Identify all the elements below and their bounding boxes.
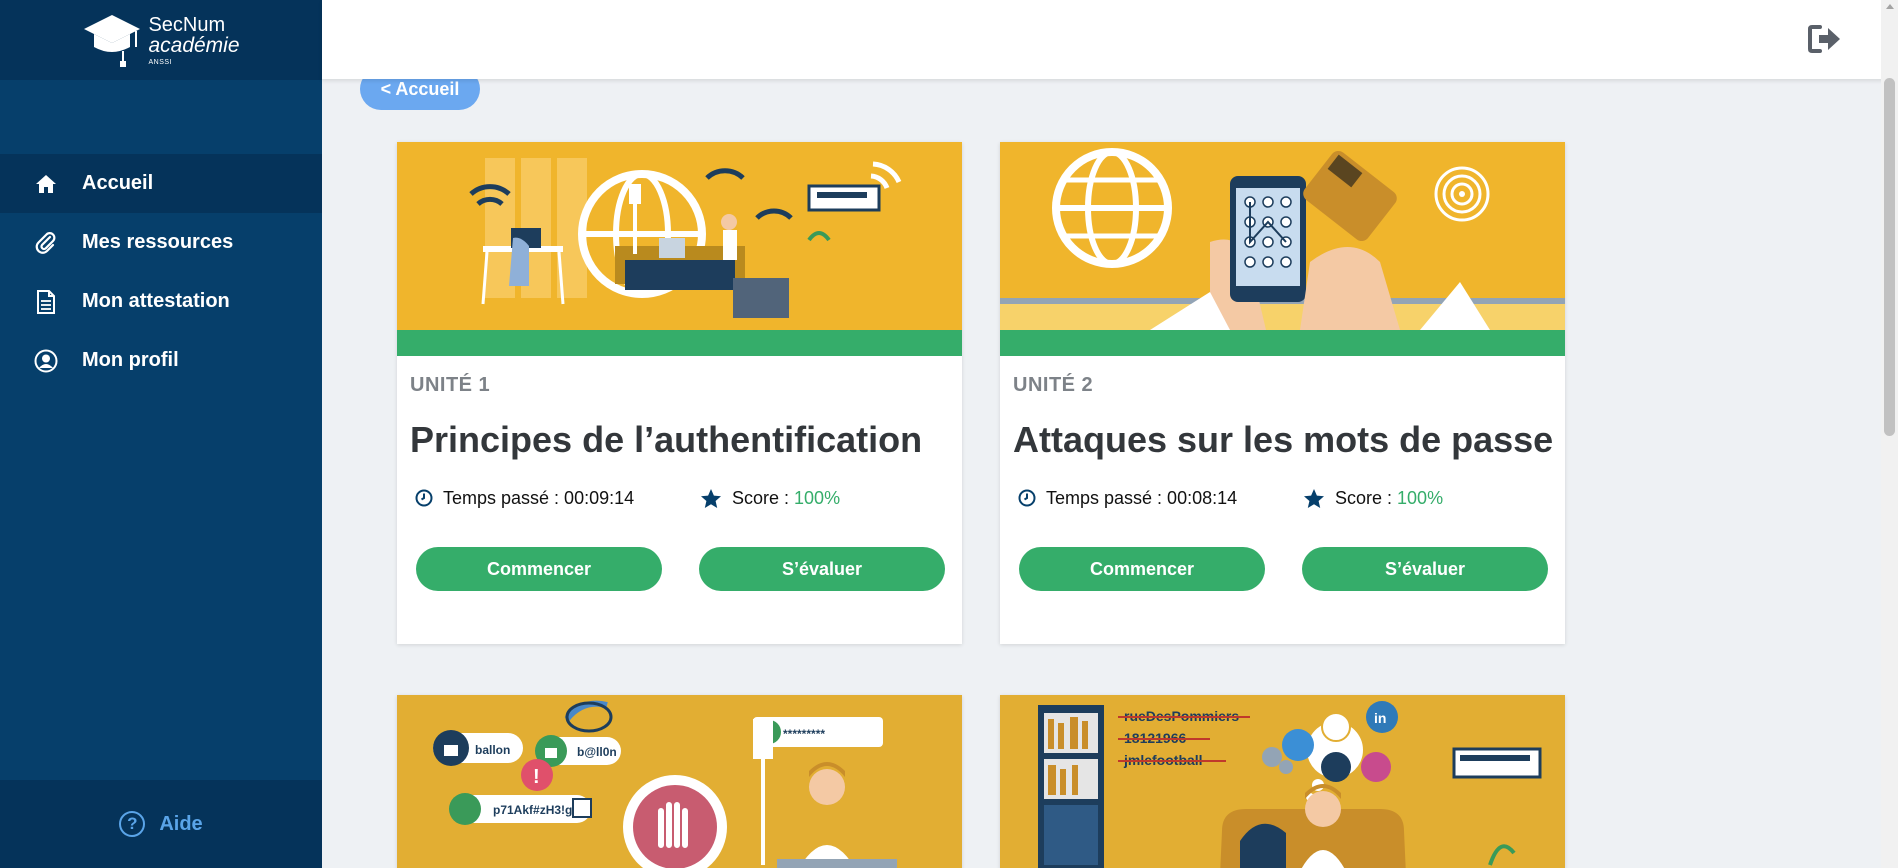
- sidebar-item-ressources[interactable]: Mes ressources: [0, 213, 322, 272]
- logo-org: ANSSI: [148, 58, 172, 66]
- evaluate-button[interactable]: S’évaluer: [699, 547, 945, 591]
- pwd-word-4: *********: [783, 727, 825, 741]
- sidebar-item-label: Mon profil: [82, 349, 179, 371]
- unit-progress-bar: [1000, 330, 1565, 356]
- unit-title: Attaques sur les mots de passe: [1013, 419, 1554, 460]
- pwd-word-3: p71Akf#zH3!gZ: [493, 803, 580, 817]
- unit-actions: Commencer S’évaluer: [397, 547, 962, 591]
- sidebar-item-attestation[interactable]: Mon attestation: [0, 272, 322, 331]
- unit-label: UNITÉ 2: [1013, 374, 1094, 396]
- time-spent: Temps passé : 00:09:14: [415, 488, 700, 509]
- document-icon: [34, 289, 58, 314]
- clock-icon: [415, 489, 433, 507]
- start-button[interactable]: Commencer: [1019, 547, 1265, 591]
- svg-text:!: !: [533, 766, 540, 788]
- unit-4-illustration: rueDesPommiers 18121966 jmlefootball in: [1000, 695, 1565, 868]
- unit-meta: Temps passé : 00:09:14 Score : 100%: [397, 485, 962, 511]
- question-circle-icon: ?: [119, 811, 146, 837]
- help-link[interactable]: ? Aide: [0, 780, 322, 868]
- sidebar: SecNum académie ANSSI Accueil Mes ressou…: [0, 0, 322, 868]
- logo-title: SecNum: [148, 13, 226, 36]
- score-value: 100%: [794, 487, 841, 508]
- sidebar-item-label: Accueil: [82, 172, 154, 194]
- score: Score : 100%: [700, 488, 840, 509]
- sidebar-item-label: Mon attestation: [82, 290, 230, 312]
- unit-card-2: UNITÉ 2 Attaques sur les mots de passe T…: [1000, 142, 1565, 644]
- scroll-thumb[interactable]: [1884, 78, 1895, 436]
- sidebar-header: SecNum académie ANSSI: [0, 0, 322, 80]
- sidebar-item-accueil[interactable]: Accueil: [0, 154, 322, 213]
- unit-meta: Temps passé : 00:08:14 Score : 100%: [1000, 485, 1565, 511]
- time-spent-label: Temps passé : 00:09:14: [443, 487, 635, 508]
- sidebar-nav: Accueil Mes ressources Mon attestation M…: [0, 154, 322, 390]
- graduation-cap-icon: [84, 15, 141, 67]
- time-spent-label: Temps passé : 00:08:14: [1046, 487, 1238, 508]
- sidebar-item-profil[interactable]: Mon profil: [0, 331, 322, 390]
- unit-3-illustration: ballon b@ll0n ! p71Akf#zH3!gZ *********: [397, 695, 962, 868]
- start-button[interactable]: Commencer: [416, 547, 662, 591]
- unit-progress-bar: [397, 330, 962, 356]
- score-label: Score :: [1335, 487, 1393, 508]
- paperclip-icon: [34, 231, 58, 255]
- unit-card-1: UNITÉ 1 Principes de l’authentification …: [397, 142, 962, 644]
- score: Score : 100%: [1303, 488, 1443, 509]
- unit-1-illustration: [397, 142, 962, 330]
- page-scrollbar[interactable]: [1881, 0, 1898, 868]
- score-value: 100%: [1397, 487, 1444, 508]
- unit-actions: Commencer S’évaluer: [1000, 547, 1565, 591]
- unit-label: UNITÉ 1: [410, 374, 491, 396]
- unit-card-4: rueDesPommiers 18121966 jmlefootball in: [1000, 695, 1565, 868]
- unit-title: Principes de l’authentification: [410, 419, 923, 460]
- logout-icon[interactable]: [1808, 24, 1842, 54]
- secnum-logo[interactable]: SecNum académie ANSSI: [82, 11, 240, 69]
- pwd-word-1: ballon: [475, 743, 510, 757]
- unit-2-illustration: [1000, 142, 1565, 330]
- score-label: Score :: [732, 487, 790, 508]
- scroll-up-arrow[interactable]: [1886, 4, 1894, 9]
- star-icon: [1303, 488, 1325, 509]
- help-label: Aide: [159, 812, 203, 835]
- pwd-word-2: b@ll0n: [577, 745, 617, 759]
- star-icon: [700, 488, 722, 509]
- sidebar-item-label: Mes ressources: [82, 231, 234, 253]
- home-icon: [34, 172, 58, 196]
- top-bar: [322, 0, 1898, 79]
- user-circle-icon: [34, 349, 58, 373]
- unit-card-3: ballon b@ll0n ! p71Akf#zH3!gZ *********: [397, 695, 962, 868]
- evaluate-button[interactable]: S’évaluer: [1302, 547, 1548, 591]
- svg-text:in: in: [1374, 710, 1386, 726]
- logo-subtitle: académie: [148, 33, 240, 57]
- clock-icon: [1018, 489, 1036, 507]
- time-spent: Temps passé : 00:08:14: [1018, 488, 1303, 509]
